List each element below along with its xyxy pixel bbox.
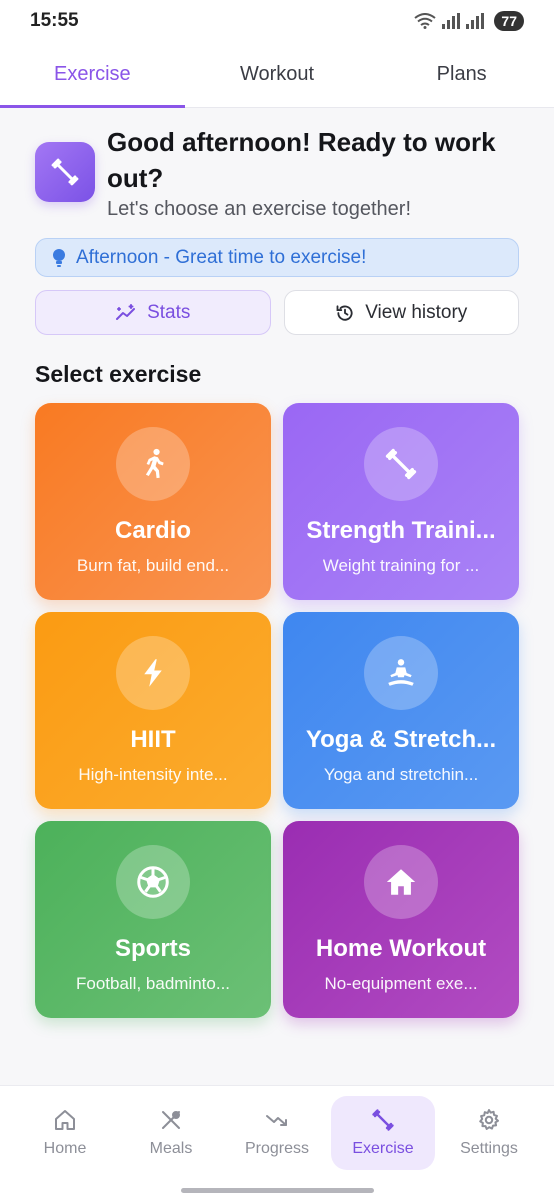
sparkle-chart-icon — [116, 303, 136, 320]
tab-workout[interactable]: Workout — [185, 42, 370, 107]
card-title: Sports — [114, 935, 191, 962]
utensils-icon — [162, 1111, 180, 1129]
house-icon — [364, 845, 438, 919]
soccer-ball-icon — [116, 845, 190, 919]
dumbbell-icon — [372, 1109, 394, 1131]
exercise-card-hiit[interactable]: HIIT High-intensity inte... — [35, 612, 271, 809]
bottom-navigation: Home Meals Progress Exercise Settings — [0, 1085, 554, 1200]
nav-item-home[interactable]: Home — [13, 1096, 117, 1170]
nav-label: Meals — [149, 1140, 193, 1157]
exercise-card-strength[interactable]: Strength Traini... Weight training for .… — [283, 403, 519, 600]
nav-item-progress[interactable]: Progress — [225, 1096, 329, 1170]
section-title: Select exercise — [35, 361, 202, 387]
nav-item-exercise[interactable]: Exercise — [331, 1096, 435, 1170]
lightbulb-icon — [53, 248, 65, 267]
status-icons: 77 — [414, 11, 524, 31]
running-icon — [116, 427, 190, 501]
exercise-card-cardio[interactable]: Cardio Burn fat, build end... — [35, 403, 271, 600]
card-title: Home Workout — [315, 935, 487, 962]
dumbbell-icon — [364, 427, 438, 501]
signal-icon — [466, 13, 485, 29]
exercise-card-yoga[interactable]: Yoga & Stretch... Yoga and stretchin... — [283, 612, 519, 809]
card-title: Cardio — [114, 517, 191, 544]
lightning-icon — [116, 636, 190, 710]
card-description: Football, badminto... — [75, 974, 231, 993]
tab-plans[interactable]: Plans — [369, 42, 554, 107]
home-indicator[interactable] — [181, 1188, 374, 1193]
card-title: HIIT — [130, 726, 176, 753]
card-description: No-equipment exe... — [324, 974, 478, 993]
card-description: High-intensity inte... — [78, 765, 228, 784]
card-title: Strength Traini... — [306, 517, 496, 544]
history-icon — [336, 304, 353, 321]
nav-item-meals[interactable]: Meals — [119, 1096, 223, 1170]
card-description: Yoga and stretchin... — [323, 765, 479, 784]
nav-label: Exercise — [352, 1140, 414, 1157]
signal-icon — [442, 13, 461, 29]
nav-label: Settings — [460, 1140, 518, 1157]
action-buttons: Stats View history — [35, 290, 519, 335]
status-time: 15:55 — [30, 10, 79, 31]
tab-exercise[interactable]: Exercise — [0, 42, 185, 108]
card-title: Yoga & Stretch... — [305, 726, 497, 753]
nav-label: Progress — [244, 1140, 310, 1157]
trend-icon — [266, 1115, 287, 1126]
exercise-card-home-workout[interactable]: Home Workout No-equipment exe... — [283, 821, 519, 1018]
top-tabs: Exercise Workout Plans — [0, 42, 554, 108]
greeting-title: Good afternoon! Ready to work out? — [107, 127, 496, 193]
card-description: Burn fat, build end... — [76, 556, 230, 575]
battery-indicator: 77 — [494, 11, 524, 31]
dumbbell-icon — [35, 142, 95, 202]
meditation-icon — [364, 636, 438, 710]
nav-item-settings[interactable]: Settings — [437, 1096, 541, 1170]
view-history-label: View history — [365, 301, 468, 323]
nav-label: Home — [43, 1140, 87, 1157]
card-description: Weight training for ... — [322, 556, 480, 575]
stats-button[interactable]: Stats — [35, 290, 271, 335]
home-icon — [55, 1110, 75, 1130]
greeting-subtitle: Let's choose an exercise together! — [107, 198, 412, 220]
tip-text: Afternoon - Great time to exercise! — [76, 246, 367, 268]
view-history-button[interactable]: View history — [283, 290, 519, 335]
wifi-icon — [414, 13, 437, 29]
exercise-card-sports[interactable]: Sports Football, badminto... — [35, 821, 271, 1018]
status-bar: 15:55 77 — [0, 0, 554, 42]
time-tip-banner: Afternoon - Great time to exercise! — [35, 238, 519, 277]
stats-label: Stats — [147, 301, 191, 323]
gear-icon — [479, 1109, 499, 1130]
